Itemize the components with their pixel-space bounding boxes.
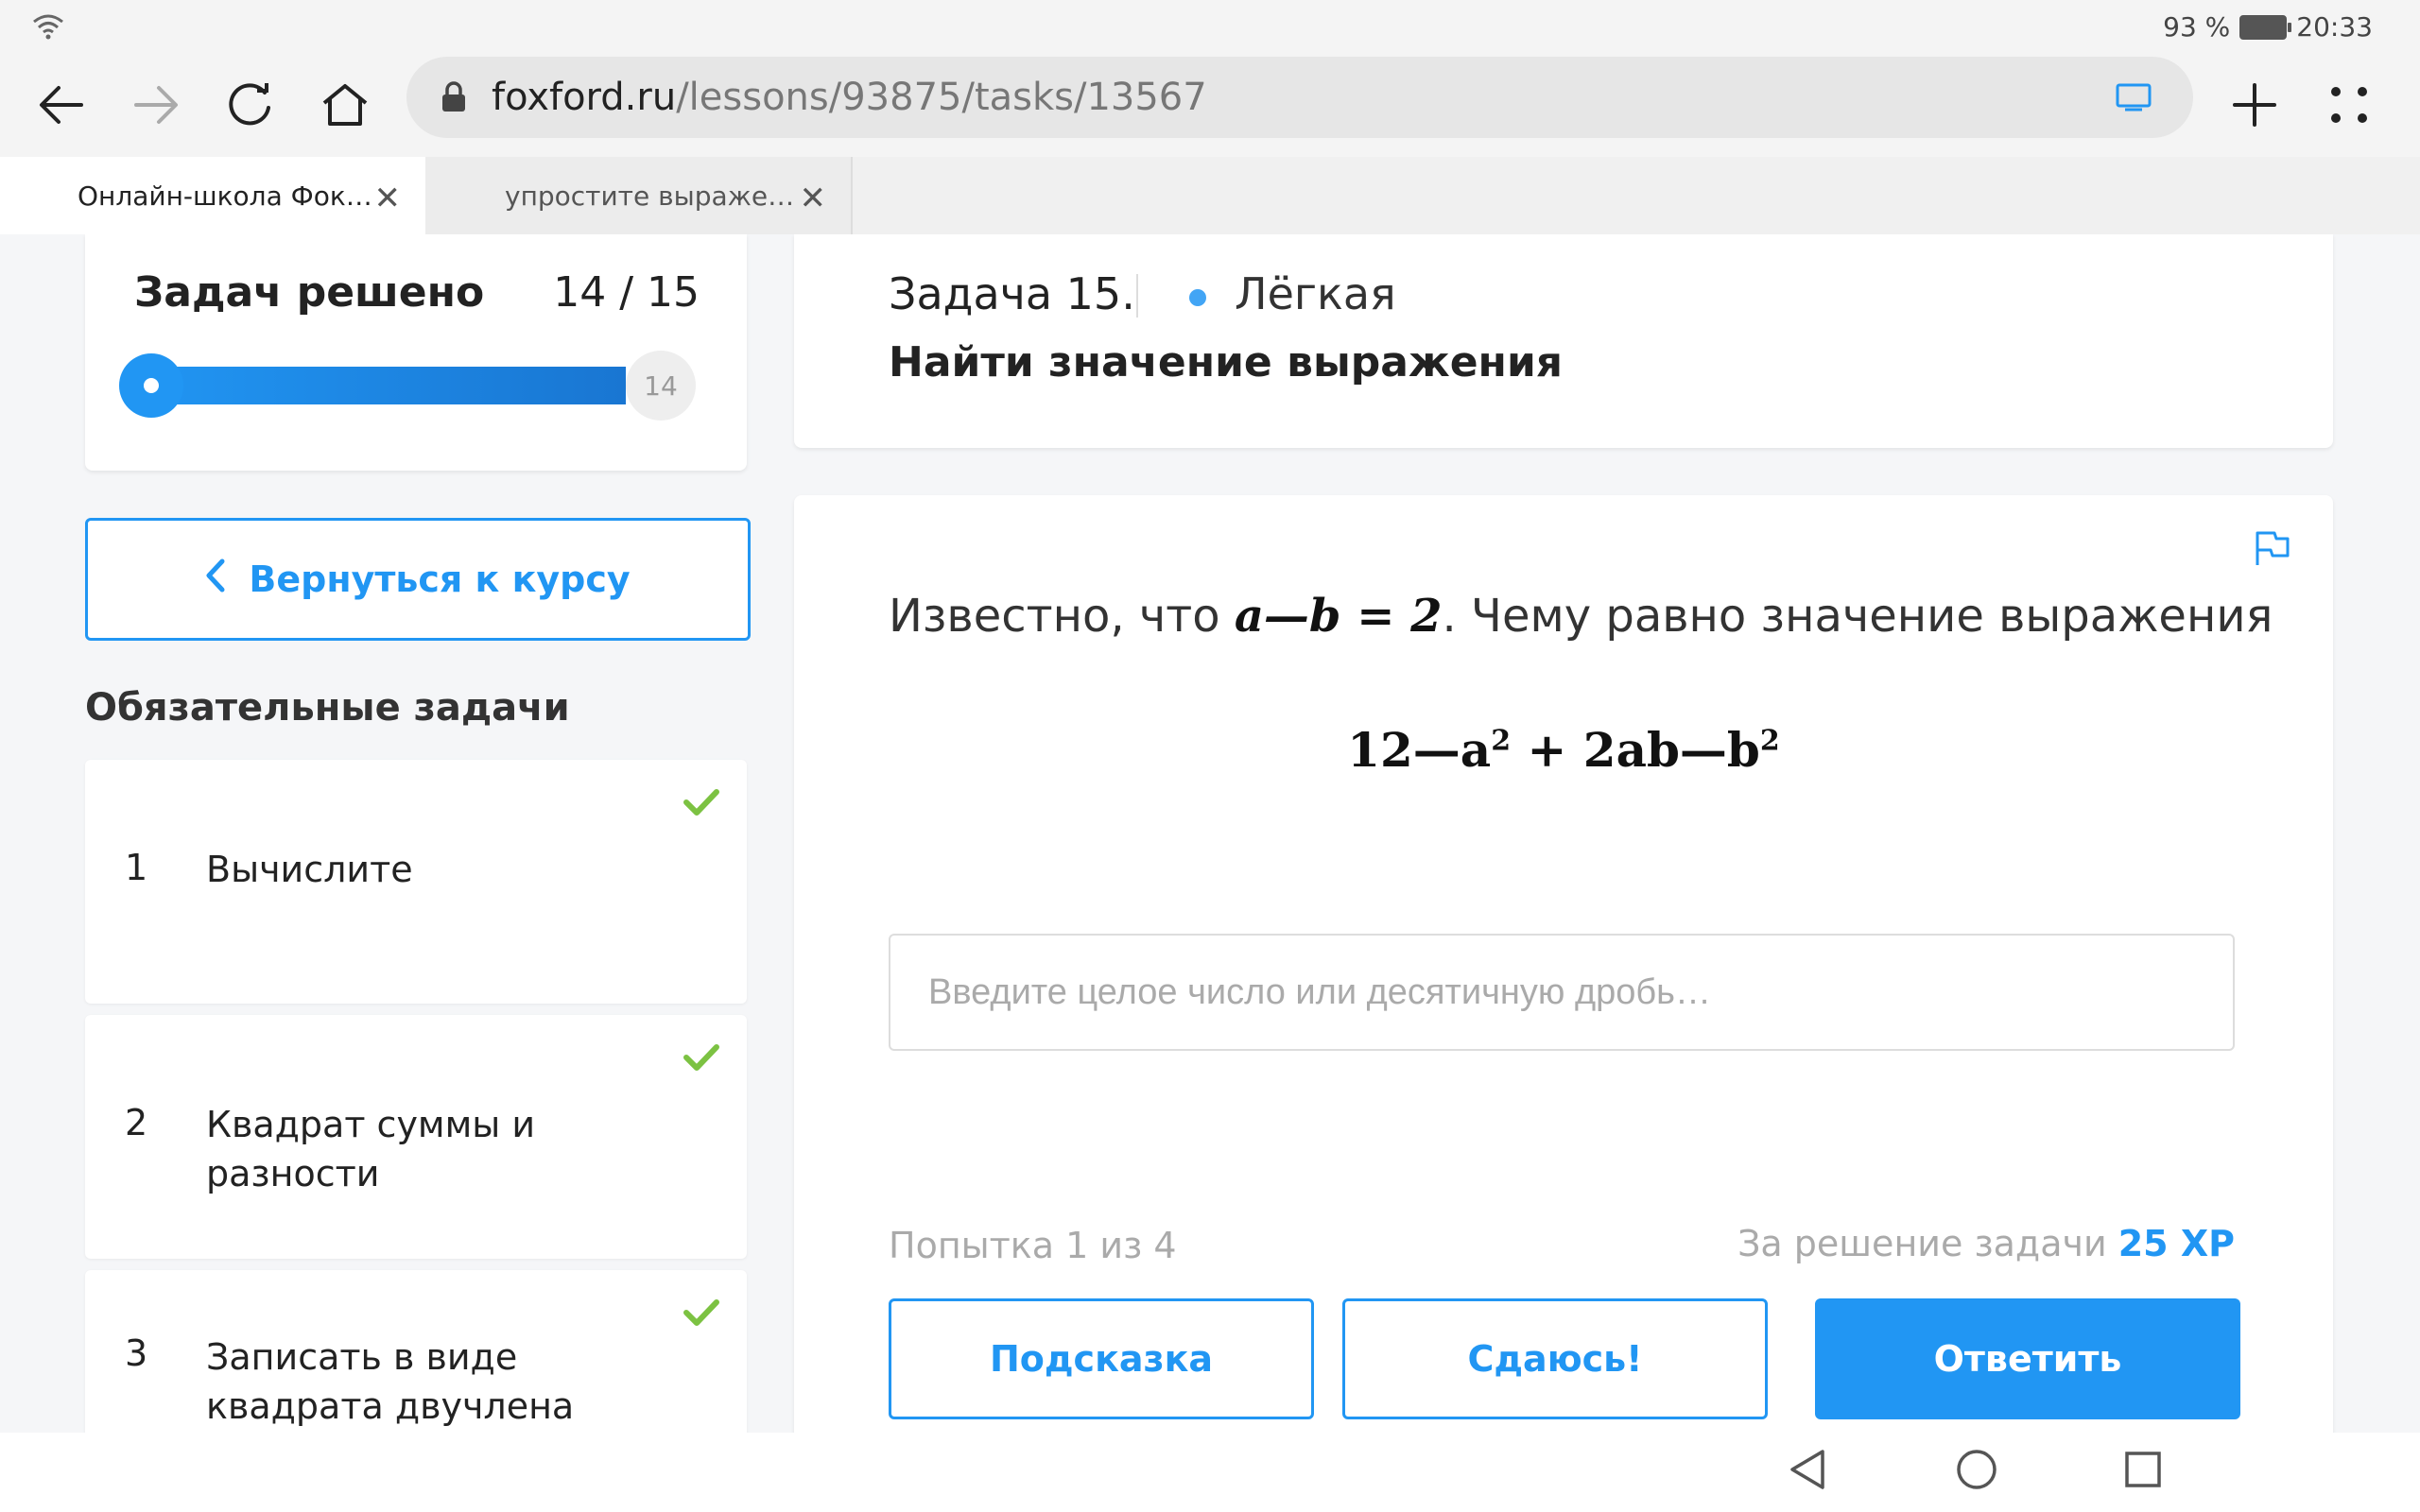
desktop-view-icon[interactable] xyxy=(2116,83,2152,115)
difficulty-label: Лёгкая xyxy=(1235,268,1396,319)
progress-count: 14 / 15 xyxy=(553,268,700,317)
nav-recents-icon[interactable] xyxy=(2121,1446,2165,1497)
reward-text: За решение задачи 25 XP xyxy=(1737,1223,2235,1264)
formula: 12—a2 + 2ab—b2 xyxy=(794,722,2333,778)
status-bar: 93 % 20:33 xyxy=(0,0,2420,51)
url-path: /lessons/93875/tasks/13567 xyxy=(676,76,1207,119)
battery-percent: 93 % xyxy=(2163,11,2231,43)
browser-toolbar: foxford.ru/lessons/93875/tasks/13567 xyxy=(0,51,2420,157)
question-text: Известно, что a—b = 2. Чему равно значен… xyxy=(889,590,2273,643)
task-title: Найти значение выражения xyxy=(889,338,1564,387)
check-icon xyxy=(683,1298,720,1331)
task-number: 2 xyxy=(125,1102,148,1143)
check-icon xyxy=(683,788,720,820)
task-label: Записать в виде квадрата двучлена xyxy=(206,1336,575,1427)
close-tab-icon[interactable]: ✕ xyxy=(374,180,402,217)
close-tab-icon[interactable]: ✕ xyxy=(800,180,827,217)
tab-search[interactable]: упростите выраже… ✕ xyxy=(425,157,853,234)
progress-bar: 14 xyxy=(119,351,696,421)
difficulty-dot xyxy=(1189,289,1206,306)
hint-button[interactable]: Подсказка xyxy=(889,1298,1314,1419)
divider xyxy=(1136,274,1138,318)
wifi-icon xyxy=(32,13,64,43)
section-title: Обязательные задачи xyxy=(85,686,570,730)
task-list-item[interactable]: 2 Квадрат суммы и разности xyxy=(85,1015,747,1259)
system-nav-bar xyxy=(0,1433,2420,1512)
battery-icon xyxy=(2239,14,2292,40)
flag-icon[interactable] xyxy=(2254,529,2291,571)
answer-input[interactable] xyxy=(889,934,2235,1051)
tab-title: упростите выраже… xyxy=(505,180,795,212)
tab-foxford[interactable]: Онлайн-школа Фок… ✕ xyxy=(0,157,425,234)
page-content: Задач решено 14 / 15 14 Вернуться к курс… xyxy=(0,234,2420,1433)
progress-knob xyxy=(119,353,183,418)
reward-value: 25 XP xyxy=(2118,1223,2235,1264)
question-math: a—b = 2 xyxy=(1234,590,1443,643)
task-number: 1 xyxy=(125,847,148,888)
give-up-button[interactable]: Сдаюсь! xyxy=(1342,1298,1768,1419)
task-list-item[interactable]: 1 Вычислите xyxy=(85,760,747,1004)
tab-title: Онлайн-школа Фок… xyxy=(78,180,372,212)
back-arrow-icon[interactable] xyxy=(28,72,95,138)
reward-label: За решение задачи xyxy=(1737,1223,2107,1264)
nav-back-icon[interactable] xyxy=(1787,1446,1828,1497)
task-label: Квадрат суммы и разности xyxy=(206,1104,536,1194)
task-number-heading: Задача 15. xyxy=(889,268,1135,319)
task-label: Вычислите xyxy=(206,849,413,890)
task-card: Известно, что a—b = 2. Чему равно значен… xyxy=(794,495,2333,1433)
url-domain: foxford.ru xyxy=(492,76,677,119)
tab-strip: Онлайн-школа Фок… ✕ упростите выраже… ✕ xyxy=(0,157,2420,236)
back-to-course-button[interactable]: Вернуться к курсу xyxy=(85,518,751,641)
menu-grid-icon[interactable] xyxy=(2316,72,2382,138)
question-prefix: Известно, что xyxy=(889,590,1220,643)
question-suffix: . Чему равно значение выражения xyxy=(1442,590,2273,643)
answer-button[interactable]: Ответить xyxy=(1815,1298,2240,1419)
back-button-label: Вернуться к курсу xyxy=(249,558,631,600)
chevron-left-icon xyxy=(205,558,226,602)
attempt-counter: Попытка 1 из 4 xyxy=(889,1225,1177,1266)
new-tab-icon[interactable] xyxy=(2221,72,2288,138)
formula-part-1: 12—a xyxy=(1347,722,1492,778)
url-text[interactable]: foxford.ru/lessons/93875/tasks/13567 xyxy=(492,76,1207,119)
home-icon[interactable] xyxy=(312,72,378,138)
progress-fill xyxy=(130,367,626,404)
forward-arrow-icon[interactable] xyxy=(123,72,189,138)
progress-badge: 14 xyxy=(626,351,696,421)
reload-icon[interactable] xyxy=(217,72,284,138)
progress-title: Задач решено xyxy=(134,268,485,317)
task-header-card: Задача 15. Лёгкая Найти значение выражен… xyxy=(794,234,2333,448)
task-number: 3 xyxy=(125,1332,148,1374)
check-icon xyxy=(683,1043,720,1075)
formula-exponent: 2 xyxy=(1491,724,1512,758)
progress-card: Задач решено 14 / 15 14 xyxy=(85,234,747,471)
formula-part-2: + 2ab—b xyxy=(1511,722,1760,778)
nav-home-icon[interactable] xyxy=(1953,1446,2000,1497)
address-bar[interactable]: foxford.ru/lessons/93875/tasks/13567 xyxy=(406,57,2193,138)
formula-exponent: 2 xyxy=(1759,724,1780,758)
lock-icon xyxy=(441,81,467,117)
task-list-item[interactable]: 3 Записать в виде квадрата двучлена xyxy=(85,1270,747,1433)
clock: 20:33 xyxy=(2296,11,2373,43)
